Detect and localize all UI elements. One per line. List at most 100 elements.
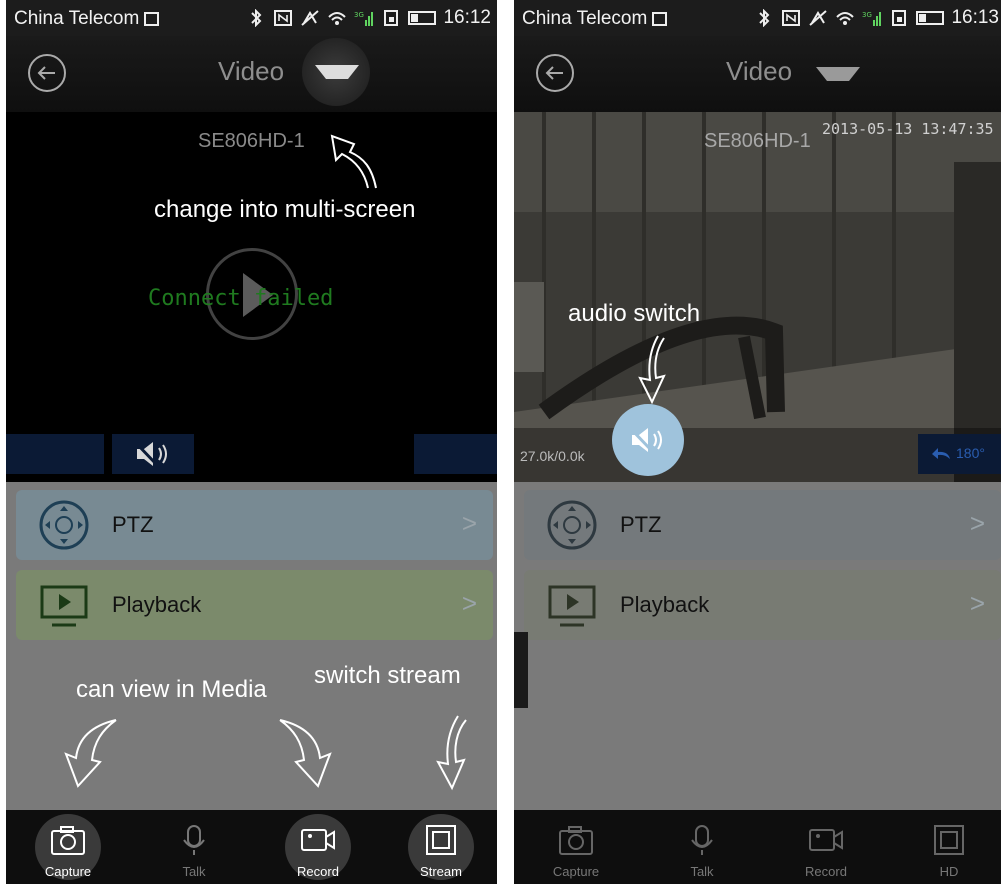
talk-label: Talk [182, 864, 206, 879]
record-label: Record [297, 864, 339, 879]
nfc-icon [274, 10, 293, 26]
back-button[interactable] [28, 54, 66, 92]
dropdown-icon[interactable] [315, 65, 359, 79]
battery-icon [408, 11, 437, 25]
mute-icon [629, 427, 662, 453]
bitrate-readout: 27.0k/0.0k [520, 448, 585, 464]
left-control-slot[interactable] [6, 434, 104, 474]
right-screenshot: China Telecom 3G 16:13 Video SE806HD-1 2… [514, 0, 1001, 884]
chevron-right-icon: > [969, 588, 985, 618]
annotation-audio: audio switch [568, 300, 701, 327]
picture-notification-icon [144, 12, 160, 26]
title-bar: Video [514, 36, 1001, 112]
annotation-multi-screen: change into multi-screen [154, 196, 416, 223]
status-bar: China Telecom 3G 16:13 [514, 0, 1001, 36]
camera-feed-image [514, 112, 1001, 482]
annotation-stream: switch stream [314, 662, 461, 689]
capture-label: Capture [44, 864, 92, 879]
talk-button[interactable]: Talk [150, 810, 238, 884]
video-view[interactable]: SE806HD-1 Connect failed [6, 112, 497, 482]
ptz-icon [547, 500, 597, 550]
page-title: Video [726, 56, 793, 86]
back-icon [37, 66, 55, 80]
back-button[interactable] [536, 54, 574, 92]
talk-label: Talk [690, 864, 714, 879]
wifi-icon [836, 12, 855, 25]
chevron-right-icon: > [461, 588, 477, 618]
left-screenshot: China Telecom 3G 16:12 Video SE806HD-1 C… [6, 0, 497, 884]
status-time: 16:13 [951, 7, 999, 28]
chevron-right-icon: > [461, 508, 477, 538]
menu-ptz[interactable]: PTZ > [16, 490, 493, 560]
wifi-icon [328, 12, 347, 25]
arrow-down-icon [279, 719, 332, 788]
camera-name: SE806HD-1 [198, 130, 305, 152]
hd-button[interactable]: HD [905, 810, 993, 884]
bluetooth-icon [251, 9, 262, 27]
status-time: 16:12 [443, 7, 491, 28]
arrow-down-icon [436, 715, 467, 791]
carrier-name: China Telecom [522, 8, 668, 30]
title-bar: Video [6, 36, 497, 112]
capture-button[interactable]: Capture [532, 810, 620, 884]
sim-icon [892, 10, 907, 26]
playback-icon [40, 585, 88, 627]
stream-icon [934, 825, 964, 855]
camera-icon [51, 826, 85, 855]
audio-switch-button[interactable] [612, 404, 684, 476]
bluetooth-icon [759, 9, 770, 27]
status-bar: China Telecom 3G 16:12 [6, 0, 497, 36]
battery-icon [916, 11, 945, 25]
bottom-toolbar: Capture Talk Record HD [514, 810, 1001, 884]
picture-notification-icon [652, 12, 668, 26]
mic-icon [691, 825, 713, 855]
record-button[interactable]: Record [274, 810, 362, 884]
right-control-slot[interactable] [414, 434, 497, 474]
capture-button[interactable]: Capture [24, 810, 112, 884]
stream-label: Stream [420, 864, 462, 879]
mute-icon [134, 441, 167, 467]
menu-playback[interactable]: Playback > [16, 570, 493, 640]
chevron-right-icon: > [969, 508, 985, 538]
audio-switch-button[interactable] [112, 434, 194, 474]
talk-button[interactable]: Talk [658, 810, 746, 884]
mute-vibrate-icon [809, 10, 828, 26]
capture-label: Capture [552, 864, 600, 879]
rotate-button[interactable]: 180° [918, 434, 1001, 474]
menu-playback[interactable]: Playback > [524, 570, 1001, 640]
arrow-up-left-icon [330, 134, 377, 189]
hd-label: HD [939, 864, 959, 879]
carrier-name: China Telecom [14, 8, 160, 30]
sim-icon [384, 10, 399, 26]
video-icon [301, 829, 335, 851]
rotate-icon [932, 448, 950, 459]
arrow-down-icon [64, 719, 117, 788]
rotate-label: 180° [956, 445, 985, 461]
ptz-icon [39, 500, 89, 550]
signal-icon: 3G [862, 11, 882, 26]
scroll-edge [514, 632, 528, 708]
dropdown-icon[interactable] [816, 67, 860, 81]
menu-ptz[interactable]: PTZ > [524, 490, 1001, 560]
connection-status: Connect failed [148, 286, 334, 311]
page-title: Video [218, 56, 285, 86]
menu-playback-label: Playback [112, 592, 202, 617]
video-view[interactable]: SE806HD-1 2013-05-13 13:47:35 27.0k/0.0k… [514, 112, 1001, 482]
signal-icon: 3G [354, 11, 374, 26]
arrow-down-icon [638, 335, 666, 405]
stream-button[interactable]: Stream [397, 810, 485, 884]
record-button[interactable]: Record [782, 810, 870, 884]
playback-icon [548, 585, 596, 627]
nfc-icon [782, 10, 801, 26]
menu-ptz-label: PTZ [112, 512, 154, 537]
annotation-media: can view in Media [76, 676, 267, 703]
camera-icon [559, 826, 593, 855]
back-icon [545, 66, 563, 80]
bottom-toolbar: Capture Talk Record Stream [6, 810, 497, 884]
menu-playback-label: Playback [620, 592, 710, 617]
stream-icon [426, 825, 456, 855]
svg-text:3G: 3G [862, 11, 872, 19]
record-label: Record [805, 864, 847, 879]
video-timestamp: 2013-05-13 13:47:35 [822, 120, 994, 138]
svg-text:3G: 3G [354, 11, 364, 19]
